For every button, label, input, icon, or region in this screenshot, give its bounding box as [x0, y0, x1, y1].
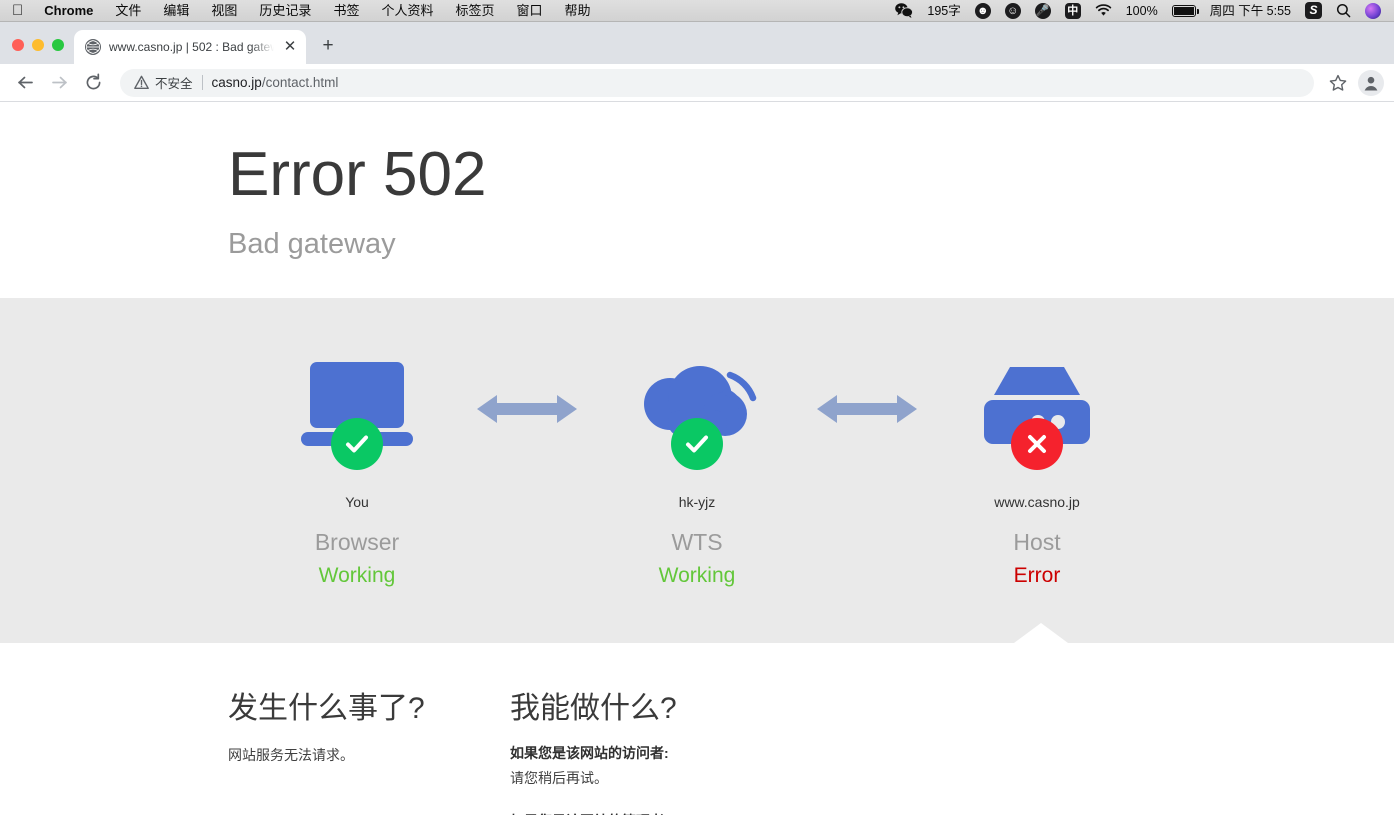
- battery-percent-label: 100%: [1119, 0, 1165, 22]
- status-nodes: You Browser Working: [0, 298, 1394, 588]
- server-icon: [942, 344, 1132, 454]
- page-subtitle: Bad gateway: [228, 228, 1394, 261]
- status-node-state: Working: [262, 564, 452, 588]
- menu-item-file[interactable]: 文件: [104, 0, 152, 22]
- page-title: Error 502: [228, 144, 1394, 206]
- address-bar[interactable]: 不安全 casno.jp/contact.html: [120, 69, 1314, 97]
- menu-item-help[interactable]: 帮助: [554, 0, 602, 22]
- status-node-role: Host: [942, 529, 1132, 556]
- browser-toolbar: 不安全 casno.jp/contact.html: [0, 64, 1394, 102]
- sogou-input-icon[interactable]: S: [1298, 2, 1329, 19]
- status-node-host: hk-yjz: [602, 494, 792, 510]
- error-page: Error 502 Bad gateway You: [0, 102, 1394, 815]
- omnibox-divider: [202, 75, 203, 90]
- admin-lead: 如果您是该网站的管理者:: [510, 811, 1100, 815]
- check-circle-icon: [331, 418, 383, 470]
- laptop-icon: [262, 344, 452, 454]
- menu-item-window[interactable]: 窗口: [505, 0, 553, 22]
- window-zoom-button[interactable]: [52, 39, 64, 51]
- visitor-lead: 如果您是该网站的访问者:: [510, 743, 1100, 765]
- ime-character-count: 195字: [920, 0, 967, 22]
- what-happened-column: 发生什么事了? 网站服务无法请求。: [0, 683, 500, 815]
- browser-tab[interactable]: www.casno.jp | 502 : Bad gateway ✕: [74, 30, 306, 64]
- status-node-role: Browser: [262, 529, 452, 556]
- url-path: /contact.html: [262, 75, 339, 90]
- new-tab-button[interactable]: +: [314, 32, 342, 60]
- what-happened-heading: 发生什么事了?: [228, 683, 500, 727]
- what-happened-body: 网站服务无法请求。: [228, 745, 500, 767]
- double-arrow-icon: [792, 344, 942, 428]
- back-button[interactable]: [10, 68, 40, 98]
- error-hero: Error 502 Bad gateway: [0, 102, 1394, 261]
- close-icon[interactable]: ✕: [282, 39, 298, 55]
- error-explanation: 发生什么事了? 网站服务无法请求。 我能做什么? 如果您是该网站的访问者: 请您…: [0, 643, 1394, 815]
- clock-datetime[interactable]: 周四 下午 5:55: [1203, 0, 1298, 22]
- what-can-i-do-heading: 我能做什么?: [510, 683, 1100, 727]
- wechat-icon[interactable]: [888, 3, 920, 18]
- cloud-wifi-icon: [602, 344, 792, 454]
- menu-item-history[interactable]: 历史记录: [248, 0, 322, 22]
- microphone-icon[interactable]: 🎤: [1028, 3, 1058, 19]
- menu-item-tabs[interactable]: 标签页: [444, 0, 505, 22]
- forward-button[interactable]: [44, 68, 74, 98]
- check-circle-icon: [671, 418, 723, 470]
- menu-item-profiles[interactable]: 个人资料: [370, 0, 444, 22]
- ime-chinese-label: 中: [1065, 3, 1081, 19]
- status-node-host-server: www.casno.jp Host Error: [942, 344, 1132, 588]
- profile-avatar-icon[interactable]: [1358, 70, 1384, 96]
- status-node-state: Error: [942, 564, 1132, 588]
- status-node-host: You: [262, 494, 452, 510]
- status-node-host: www.casno.jp: [942, 494, 1132, 510]
- warning-triangle-icon[interactable]: [134, 75, 149, 90]
- ime-smiley-icon[interactable]: ☺: [998, 3, 1028, 19]
- reload-button[interactable]: [78, 68, 108, 98]
- x-circle-icon: [1011, 418, 1063, 470]
- double-arrow-icon: [452, 344, 602, 428]
- status-diagram-panel: You Browser Working: [0, 298, 1394, 643]
- menu-item-bookmarks[interactable]: 书签: [322, 0, 370, 22]
- security-status-label: 不安全: [155, 73, 193, 92]
- siri-icon[interactable]: [1358, 3, 1388, 19]
- ime-chinese-icon[interactable]: 中: [1058, 3, 1088, 19]
- spotlight-search-icon[interactable]: [1329, 3, 1358, 18]
- menu-item-edit[interactable]: 编辑: [152, 0, 200, 22]
- window-minimize-button[interactable]: [32, 39, 44, 51]
- url-host: casno.jp: [212, 75, 262, 90]
- battery-charging-icon[interactable]: [1165, 5, 1203, 17]
- status-node-role: WTS: [602, 529, 792, 556]
- panel-notch: [1014, 623, 1068, 643]
- status-node-browser: You Browser Working: [262, 344, 452, 588]
- status-node-state: Working: [602, 564, 792, 588]
- wifi-icon[interactable]: [1088, 4, 1119, 17]
- menu-item-view[interactable]: 视图: [200, 0, 248, 22]
- macos-menu-bar:  Chrome 文件 编辑 视图 历史记录 书签 个人资料 标签页 窗口 帮助…: [0, 0, 1394, 22]
- visitor-body: 请您稍后再试。: [510, 768, 1100, 790]
- what-can-i-do-column: 我能做什么? 如果您是该网站的访问者: 请您稍后再试。 如果您是该网站的管理者:…: [500, 683, 1100, 815]
- ime-face-icon[interactable]: ☻: [968, 3, 998, 19]
- menu-bar-items:  Chrome 文件 编辑 视图 历史记录 书签 个人资料 标签页 窗口 帮助: [0, 0, 602, 22]
- status-node-wts: hk-yjz WTS Working: [602, 344, 792, 588]
- browser-tab-strip: www.casno.jp | 502 : Bad gateway ✕ +: [0, 22, 1394, 64]
- menu-item-chrome[interactable]: Chrome: [33, 0, 104, 22]
- window-close-button[interactable]: [12, 39, 24, 51]
- window-traffic-lights: [0, 39, 74, 64]
- apple-logo-icon[interactable]: : [8, 1, 33, 21]
- globe-icon: [85, 39, 101, 55]
- menu-bar-status-items: 195字 ☻ ☺ 🎤 中 100% 周四 下午 5:55 S: [888, 0, 1394, 22]
- browser-tab-title: www.casno.jp | 502 : Bad gateway: [109, 40, 274, 54]
- star-icon[interactable]: [1324, 69, 1352, 97]
